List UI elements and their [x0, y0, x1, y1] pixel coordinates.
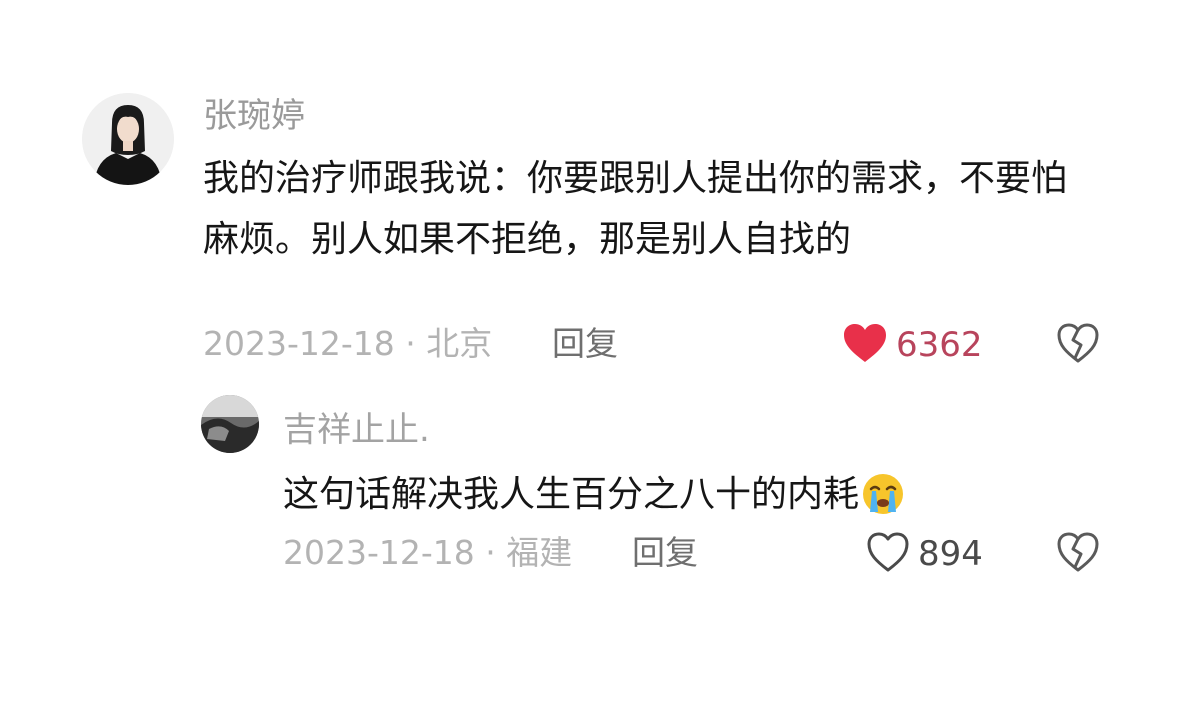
- like-count: 6362: [896, 325, 983, 365]
- photo-avatar-icon[interactable]: [201, 395, 259, 453]
- comment-username[interactable]: 张琬婷: [203, 96, 305, 136]
- reply-button[interactable]: 回复: [632, 533, 698, 573]
- portrait-avatar-icon[interactable]: [82, 93, 174, 185]
- reply-button[interactable]: 回复: [552, 324, 618, 364]
- crying-face-emoji-icon: [861, 472, 905, 535]
- broken-heart-icon[interactable]: [1056, 322, 1100, 368]
- comment-date-location: 2023-12-18 · 北京: [203, 324, 493, 363]
- like-count: 894: [918, 534, 983, 574]
- reply-date-location: 2023-12-18 · 福建: [283, 533, 573, 572]
- broken-heart-icon[interactable]: [1056, 531, 1100, 577]
- reply-text-row: 这句话解决我人生百分之八十的内耗: [283, 464, 1103, 535]
- reply-text: 这句话解决我人生百分之八十的内耗: [283, 474, 860, 515]
- reply-username[interactable]: 吉祥止止.: [283, 410, 430, 450]
- heart-filled-icon: [842, 322, 888, 368]
- comment-item: 张琬婷 我的治疗师跟我说：你要跟别人提出你的需求，不要怕麻烦。别人如果不拒绝，那…: [0, 0, 1179, 380]
- comment-text: 我的治疗师跟我说：你要跟别人提出你的需求，不要怕麻烦。别人如果不拒绝，那是别人自…: [203, 158, 1068, 260]
- reply-comment-item: 吉祥止止. 这句话解决我人生百分之八十的内耗 2023-12-18 · 福建 回…: [0, 380, 1179, 708]
- heart-outline-icon: [866, 531, 910, 577]
- like-button[interactable]: 894: [866, 531, 983, 577]
- like-button[interactable]: 6362: [842, 322, 983, 368]
